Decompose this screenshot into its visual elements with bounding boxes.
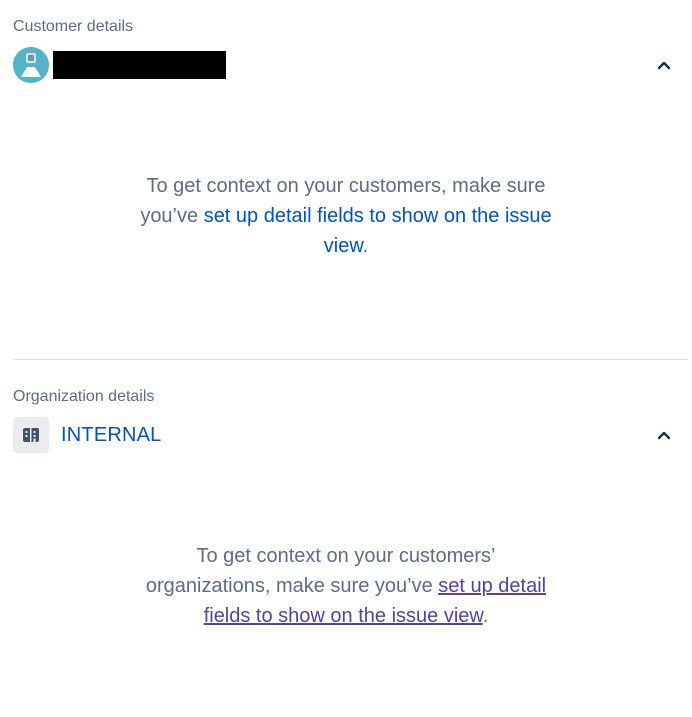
customer-setup-fields-link-continued[interactable]: view bbox=[324, 235, 363, 257]
customer-context-panel: Customer details To get context on your … bbox=[0, 0, 692, 717]
customer-details-label: Customer details bbox=[13, 18, 134, 35]
organization-empty-message: To get context on your customers’ organi… bbox=[0, 541, 692, 631]
customer-message-suffix: . bbox=[362, 235, 369, 257]
customer-avatar[interactable] bbox=[13, 47, 49, 83]
organization-message-line1: To get context on your customers’ bbox=[196, 545, 496, 567]
customer-name-redacted bbox=[53, 51, 226, 79]
organization-details-label: Organization details bbox=[13, 388, 155, 405]
organization-icon-box bbox=[13, 417, 49, 453]
chevron-up-icon bbox=[657, 431, 671, 440]
organization-setup-fields-link-continued[interactable]: fields to show on the issue view bbox=[204, 605, 483, 627]
organization-message-line3: fields to show on the issue view. bbox=[0, 601, 692, 631]
section-divider bbox=[13, 359, 688, 360]
customer-message-line3: view. bbox=[0, 231, 692, 261]
customer-collapse-button[interactable] bbox=[654, 55, 674, 75]
organization-message-suffix: . bbox=[482, 605, 489, 627]
customer-empty-message: To get context on your customers, make s… bbox=[0, 171, 692, 261]
customer-message-line1: To get context on your customers, make s… bbox=[146, 175, 546, 197]
avatar-icon bbox=[13, 47, 49, 83]
organization-name[interactable]: INTERNAL bbox=[61, 424, 162, 447]
customer-message-line2: you’ve set up detail fields to show on t… bbox=[0, 201, 692, 231]
customer-header bbox=[13, 47, 674, 83]
chevron-up-icon bbox=[657, 61, 671, 70]
organization-header: INTERNAL bbox=[13, 417, 674, 453]
organization-setup-fields-link[interactable]: set up detail bbox=[438, 575, 546, 597]
customer-setup-fields-link[interactable]: set up detail fields to show on the issu… bbox=[204, 205, 552, 227]
organization-collapse-button[interactable] bbox=[654, 425, 674, 445]
customer-message-prefix: you’ve bbox=[140, 205, 204, 227]
organization-message-line2: organizations, make sure you’ve set up d… bbox=[0, 571, 692, 601]
organization-message-prefix: organizations, make sure you’ve bbox=[145, 575, 439, 597]
building-icon bbox=[23, 428, 39, 442]
